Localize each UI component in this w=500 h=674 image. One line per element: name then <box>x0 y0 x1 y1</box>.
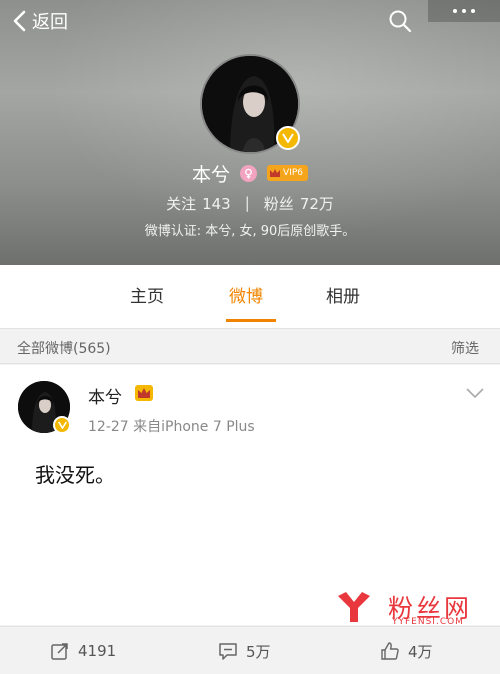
profile-header: 返回 本兮 VIP6 关注 143 | 粉丝 72万 微博认证: 本兮, 女, … <box>0 0 500 265</box>
post-action-bar: 4191 5万 4万 <box>0 626 500 674</box>
post-author-name[interactable]: 本兮 <box>88 383 122 408</box>
stats-divider: | <box>244 194 250 212</box>
vip-badge[interactable]: VIP6 <box>267 165 308 181</box>
more-options-button[interactable] <box>428 0 500 22</box>
chevron-left-icon <box>13 10 26 32</box>
crown-icon <box>135 385 153 401</box>
post-text: 我没死。 <box>35 463 115 487</box>
filter-bar: 全部微博(565) 筛选 <box>0 328 500 364</box>
followers-count: 72万 <box>299 194 334 213</box>
tab-album[interactable]: 相册 <box>326 282 360 307</box>
weibo-post[interactable]: 本兮 12-27 来自iPhone 7 Plus 我没死。 <box>0 365 500 625</box>
following-stat[interactable]: 关注 143 <box>166 193 231 214</box>
all-posts-count: 全部微博(565) <box>17 341 111 357</box>
vip-label: VIP6 <box>283 168 303 178</box>
watermark: 粉丝网 YYFENSI.COM <box>336 588 500 630</box>
profile-name: 本兮 <box>192 163 231 186</box>
repost-icon <box>51 643 68 660</box>
back-label: 返回 <box>32 12 68 33</box>
dot-icon <box>471 9 475 13</box>
followers-label: 粉丝 <box>263 194 294 213</box>
active-tab-indicator <box>226 319 276 322</box>
tab-weibo[interactable]: 微博 <box>229 282 263 307</box>
like-count: 4万 <box>408 642 433 661</box>
verified-badge-icon <box>53 416 71 434</box>
following-label: 关注 <box>166 194 197 213</box>
post-meta: 12-27 来自iPhone 7 Plus <box>88 419 255 435</box>
back-button[interactable]: 返回 <box>12 8 68 34</box>
dot-icon <box>453 9 457 13</box>
profile-stats: 关注 143 | 粉丝 72万 <box>0 192 500 214</box>
female-gender-icon <box>240 164 258 182</box>
profile-name-row: 本兮 VIP6 <box>0 160 500 186</box>
filter-button[interactable]: 筛选 <box>451 338 479 358</box>
watermark-logo-icon <box>338 592 370 622</box>
comment-count: 5万 <box>246 642 271 661</box>
followers-stat[interactable]: 粉丝 72万 <box>264 193 334 214</box>
like-button[interactable]: 4万 <box>380 639 433 663</box>
following-count: 143 <box>202 194 231 213</box>
verification-text: 微博认证: 本兮, 女, 90后原创歌手。 <box>144 224 356 239</box>
dot-icon <box>462 9 466 13</box>
comment-button[interactable]: 5万 <box>218 639 271 663</box>
repost-button[interactable]: 4191 <box>50 639 116 663</box>
chevron-down-icon[interactable] <box>465 387 485 399</box>
repost-count: 4191 <box>78 642 117 660</box>
crown-icon <box>270 169 281 177</box>
verified-badge-icon <box>276 126 300 150</box>
tab-home[interactable]: 主页 <box>130 282 164 307</box>
comment-icon <box>219 643 237 660</box>
search-icon[interactable] <box>387 8 413 34</box>
thumbs-up-icon <box>381 642 399 660</box>
